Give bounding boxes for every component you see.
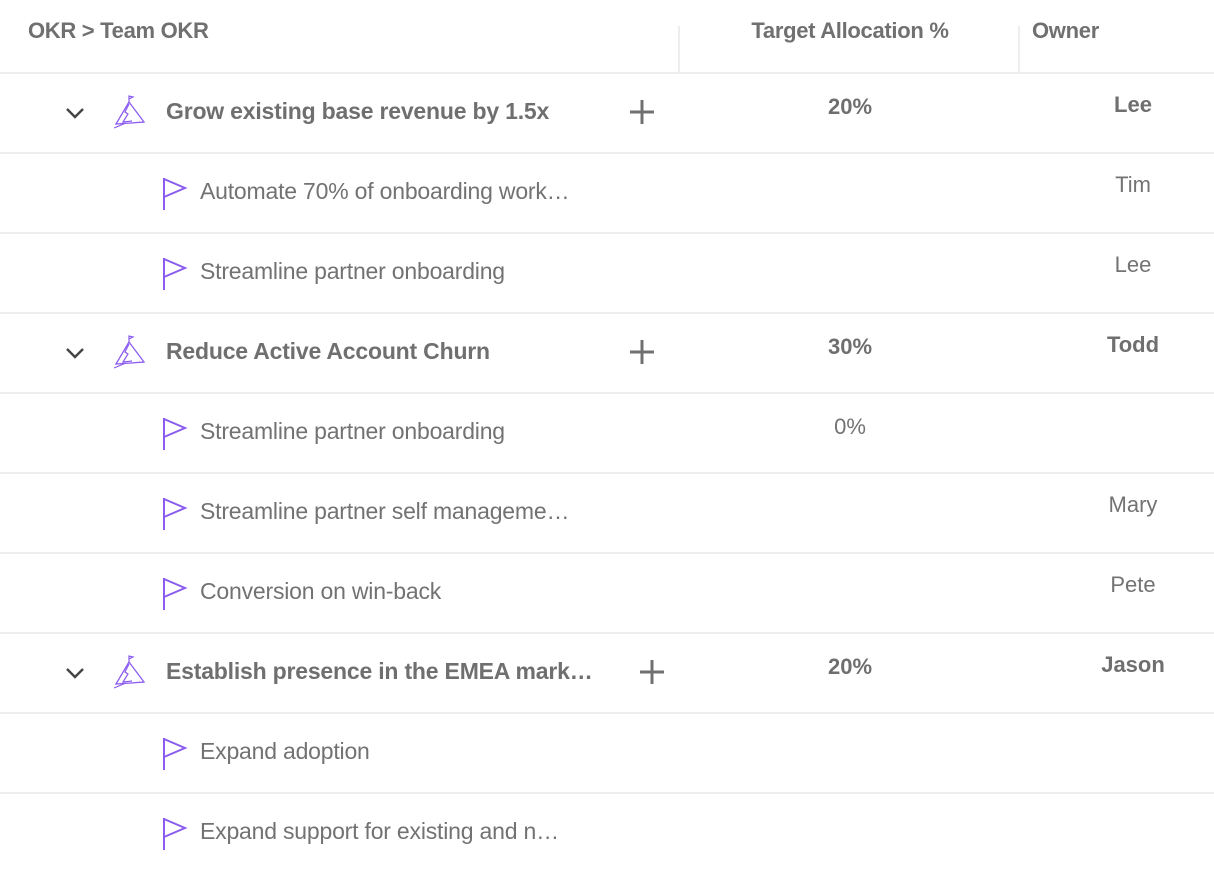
objective-row[interactable]: Grow existing base revenue by 1.5x 20% L… — [0, 74, 1214, 154]
objective-title[interactable]: Reduce Active Account Churn — [166, 338, 490, 365]
chevron-down-icon[interactable] — [62, 100, 88, 126]
key-result-row[interactable]: Expand support for existing and n… — [0, 794, 1214, 872]
key-result-title[interactable]: Streamline partner self manageme… — [200, 498, 569, 525]
key-result-row[interactable]: Automate 70% of onboarding work… Tim — [0, 154, 1214, 234]
key-result-title[interactable]: Conversion on win-back — [200, 578, 441, 605]
flag-icon — [163, 818, 188, 850]
key-result-row[interactable]: Streamline partner self manageme… Mary — [0, 474, 1214, 554]
owner[interactable]: Tim — [1052, 172, 1214, 198]
table-header: OKR > Team OKR Target Allocation % Owner — [0, 0, 1214, 74]
objective-title[interactable]: Establish presence in the EMEA mark… — [166, 658, 593, 685]
column-header-target-allocation[interactable]: Target Allocation % — [680, 18, 1020, 44]
mountain-flag-icon — [113, 655, 146, 689]
key-result-title[interactable]: Expand support for existing and n… — [200, 818, 559, 845]
flag-icon — [163, 258, 188, 290]
flag-icon — [163, 498, 188, 530]
key-result-title[interactable]: Streamline partner onboarding — [200, 418, 505, 445]
plus-icon[interactable] — [626, 96, 658, 128]
owner[interactable]: Pete — [1052, 572, 1214, 598]
owner[interactable]: Lee — [1052, 92, 1214, 118]
owner[interactable]: Lee — [1052, 252, 1214, 278]
column-header-owner[interactable]: Owner — [1032, 18, 1099, 44]
key-result-row[interactable]: Expand adoption — [0, 714, 1214, 794]
target-allocation[interactable]: 20% — [680, 94, 1020, 120]
okr-table-body: Grow existing base revenue by 1.5x 20% L… — [0, 74, 1214, 872]
mountain-flag-icon — [113, 95, 146, 129]
key-result-title[interactable]: Streamline partner onboarding — [200, 258, 505, 285]
column-resize-handle[interactable] — [1018, 26, 1020, 72]
flag-icon — [163, 738, 188, 770]
mountain-flag-icon — [113, 335, 146, 369]
flag-icon — [163, 578, 188, 610]
key-result-row[interactable]: Streamline partner onboarding 0% — [0, 394, 1214, 474]
chevron-down-icon[interactable] — [62, 340, 88, 366]
chevron-down-icon[interactable] — [62, 660, 88, 686]
owner[interactable]: Jason — [1052, 652, 1214, 678]
target-allocation[interactable]: 20% — [680, 654, 1020, 680]
flag-icon — [163, 418, 188, 450]
key-result-row[interactable]: Streamline partner onboarding Lee — [0, 234, 1214, 314]
plus-icon[interactable] — [626, 336, 658, 368]
key-result-title[interactable]: Automate 70% of onboarding work… — [200, 178, 570, 205]
key-result-row[interactable]: Conversion on win-back Pete — [0, 554, 1214, 634]
owner[interactable]: Todd — [1052, 332, 1214, 358]
owner[interactable]: Mary — [1052, 492, 1214, 518]
objective-row[interactable]: Reduce Active Account Churn 30% Todd — [0, 314, 1214, 394]
breadcrumb[interactable]: OKR > Team OKR — [28, 18, 209, 44]
objective-title[interactable]: Grow existing base revenue by 1.5x — [166, 98, 549, 125]
target-allocation[interactable]: 30% — [680, 334, 1020, 360]
flag-icon — [163, 178, 188, 210]
key-result-title[interactable]: Expand adoption — [200, 738, 370, 765]
objective-row[interactable]: Establish presence in the EMEA mark… 20%… — [0, 634, 1214, 714]
target-allocation[interactable]: 0% — [680, 414, 1020, 440]
plus-icon[interactable] — [636, 656, 668, 688]
